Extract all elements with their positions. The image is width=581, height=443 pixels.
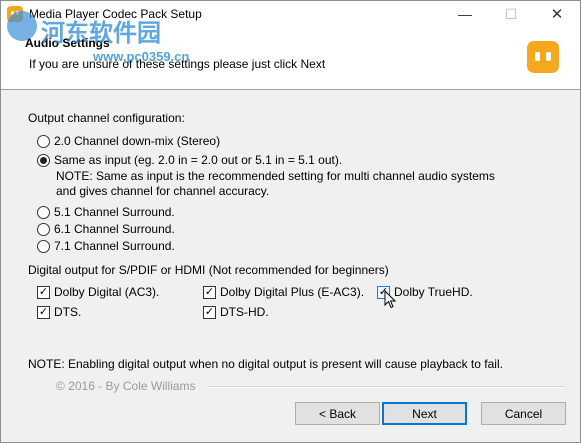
maximize-button[interactable]: ☐: [488, 1, 534, 27]
radio-stereo-downmix-label[interactable]: 2.0 Channel down-mix (Stereo): [54, 134, 220, 148]
checkbox-dolby-digital-plus[interactable]: ✓: [203, 286, 216, 299]
radio-7-1-surround-label[interactable]: 7.1 Channel Surround.: [54, 239, 175, 253]
back-button[interactable]: < Back: [295, 402, 380, 425]
codec-pack-logo-icon: [527, 41, 559, 73]
checkbox-dolby-digital[interactable]: ✓: [37, 286, 50, 299]
radio-same-as-input[interactable]: [37, 154, 50, 167]
radio-stereo-downmix[interactable]: [37, 135, 50, 148]
same-as-input-note-line2: and gives channel for channel accuracy.: [56, 184, 270, 198]
watermark-text: 河东软件园: [41, 19, 161, 47]
radio-6-1-surround-label[interactable]: 6.1 Channel Surround.: [54, 222, 175, 236]
radio-7-1-surround[interactable]: [37, 240, 50, 253]
next-button[interactable]: Next: [382, 402, 467, 425]
watermark-logo-icon: [7, 11, 37, 41]
checkbox-dts-hd[interactable]: ✓: [203, 306, 216, 319]
footer-separator: [207, 386, 565, 388]
setup-window: Media Player Codec Pack Setup — ☐ ✕ Audi…: [0, 0, 581, 443]
checkbox-dts[interactable]: ✓: [37, 306, 50, 319]
watermark-url: www.pc0359.cn: [93, 49, 190, 64]
checkbox-dolby-digital-plus-label[interactable]: Dolby Digital Plus (E-AC3).: [220, 285, 364, 299]
same-as-input-note-line1: NOTE: Same as input is the recommended s…: [56, 169, 495, 183]
page-header: Audio Settings If you are unsure of thes…: [1, 11, 580, 90]
minimize-button[interactable]: —: [442, 1, 488, 27]
copyright-text: © 2016 - By Cole Williams: [56, 379, 196, 393]
cancel-button[interactable]: Cancel: [481, 402, 566, 425]
radio-same-as-input-label[interactable]: Same as input (eg. 2.0 in = 2.0 out or 5…: [54, 153, 342, 167]
checkbox-dts-hd-label[interactable]: DTS-HD.: [220, 305, 269, 319]
radio-5-1-surround[interactable]: [37, 206, 50, 219]
checkbox-dts-label[interactable]: DTS.: [54, 305, 81, 319]
digital-output-label: Digital output for S/PDIF or HDMI (Not r…: [28, 263, 389, 277]
close-button[interactable]: ✕: [534, 1, 580, 27]
digital-output-warning: NOTE: Enabling digital output when no di…: [28, 357, 503, 371]
checkbox-dolby-truehd-label[interactable]: Dolby TrueHD.: [394, 285, 473, 299]
radio-5-1-surround-label[interactable]: 5.1 Channel Surround.: [54, 205, 175, 219]
output-channel-label: Output channel configuration:: [28, 111, 185, 125]
radio-6-1-surround[interactable]: [37, 223, 50, 236]
mouse-cursor-icon: [384, 290, 396, 309]
checkbox-dolby-digital-label[interactable]: Dolby Digital (AC3).: [54, 285, 159, 299]
